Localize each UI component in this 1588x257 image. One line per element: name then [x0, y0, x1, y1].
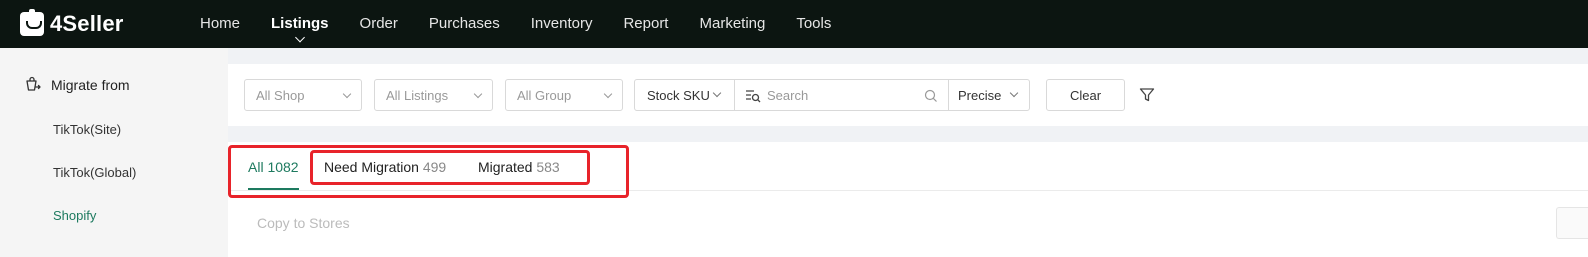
search-field-wrapper	[735, 80, 949, 110]
nav-report[interactable]: Report	[623, 0, 668, 48]
sidebar-heading-label: Migrate from	[51, 77, 130, 93]
sidebar-item-tiktok-site[interactable]: TikTok(Site)	[53, 122, 121, 137]
tab-need-migration-count: 499	[422, 159, 447, 175]
list-search-icon[interactable]	[745, 88, 761, 104]
shop-select[interactable]: All Shop	[244, 79, 362, 111]
filter-panel: All Shop All Listings All Group Stock SK…	[228, 64, 1588, 126]
tab-all[interactable]: All 1082	[248, 159, 299, 175]
filter-funnel-icon[interactable]	[1139, 87, 1155, 103]
search-type-select[interactable]: Stock SKU	[635, 80, 735, 110]
nav-inventory[interactable]: Inventory	[531, 0, 593, 48]
logo-text: 4Seller	[50, 11, 124, 36]
tab-migrated[interactable]: Migrated 583	[478, 159, 560, 175]
copy-to-stores-button[interactable]: Copy to Stores	[257, 215, 350, 231]
nav-home[interactable]: Home	[200, 0, 240, 48]
match-mode-value: Precise	[958, 87, 1002, 103]
chevron-down-icon	[603, 89, 613, 99]
nav-listings[interactable]: Listings	[271, 0, 329, 48]
sidebar: Migrate from TikTok(Site) TikTok(Global)…	[0, 48, 228, 257]
nav-order[interactable]: Order	[360, 0, 398, 48]
logo-bag-icon	[20, 9, 44, 36]
search-type-value: Stock SKU	[647, 87, 710, 103]
app-logo[interactable]: 4Seller	[20, 9, 200, 37]
tab-need-migration-label: Need Migration	[324, 159, 419, 175]
chevron-down-icon	[473, 89, 483, 99]
chevron-down-icon	[342, 89, 352, 99]
tabs-divider	[228, 190, 1588, 191]
listings-select[interactable]: All Listings	[374, 79, 493, 111]
tab-all-label: All	[248, 159, 264, 175]
nav-listings-label: Listings	[271, 15, 329, 32]
tab-need-migration[interactable]: Need Migration 499	[324, 159, 446, 175]
sidebar-item-tiktok-global[interactable]: TikTok(Global)	[53, 165, 136, 180]
search-group: Stock SKU Precise	[634, 79, 1030, 111]
group-select-value: All Group	[517, 87, 572, 103]
search-icon[interactable]	[924, 89, 938, 103]
search-input[interactable]	[767, 87, 917, 103]
migrate-icon	[26, 76, 41, 91]
chevron-down-icon	[1009, 88, 1019, 98]
listings-select-value: All Listings	[386, 87, 449, 103]
nav-purchases[interactable]: Purchases	[429, 0, 500, 48]
chevron-down-icon	[712, 88, 722, 98]
top-navigation-bar: 4Seller Home Listings Order Purchases In…	[0, 0, 1588, 48]
chevron-down-icon	[294, 32, 305, 43]
shop-select-value: All Shop	[256, 87, 305, 103]
listing-tabs-panel: All 1082 Need Migration 499 Migrated 583…	[228, 142, 1588, 257]
sidebar-item-shopify[interactable]: Shopify	[53, 208, 96, 223]
tab-migrated-label: Migrated	[478, 159, 533, 175]
clear-button[interactable]: Clear	[1046, 79, 1125, 111]
group-select[interactable]: All Group	[505, 79, 623, 111]
tab-all-count: 1082	[267, 159, 299, 175]
main-nav: Home Listings Order Purchases Inventory …	[200, 0, 862, 48]
nav-marketing[interactable]: Marketing	[699, 0, 765, 48]
nav-tools[interactable]: Tools	[796, 0, 831, 48]
side-action-button[interactable]	[1556, 207, 1588, 239]
match-mode-select[interactable]: Precise	[949, 80, 1029, 110]
tab-migrated-count: 583	[536, 159, 560, 175]
sidebar-heading: Migrate from	[24, 76, 130, 94]
